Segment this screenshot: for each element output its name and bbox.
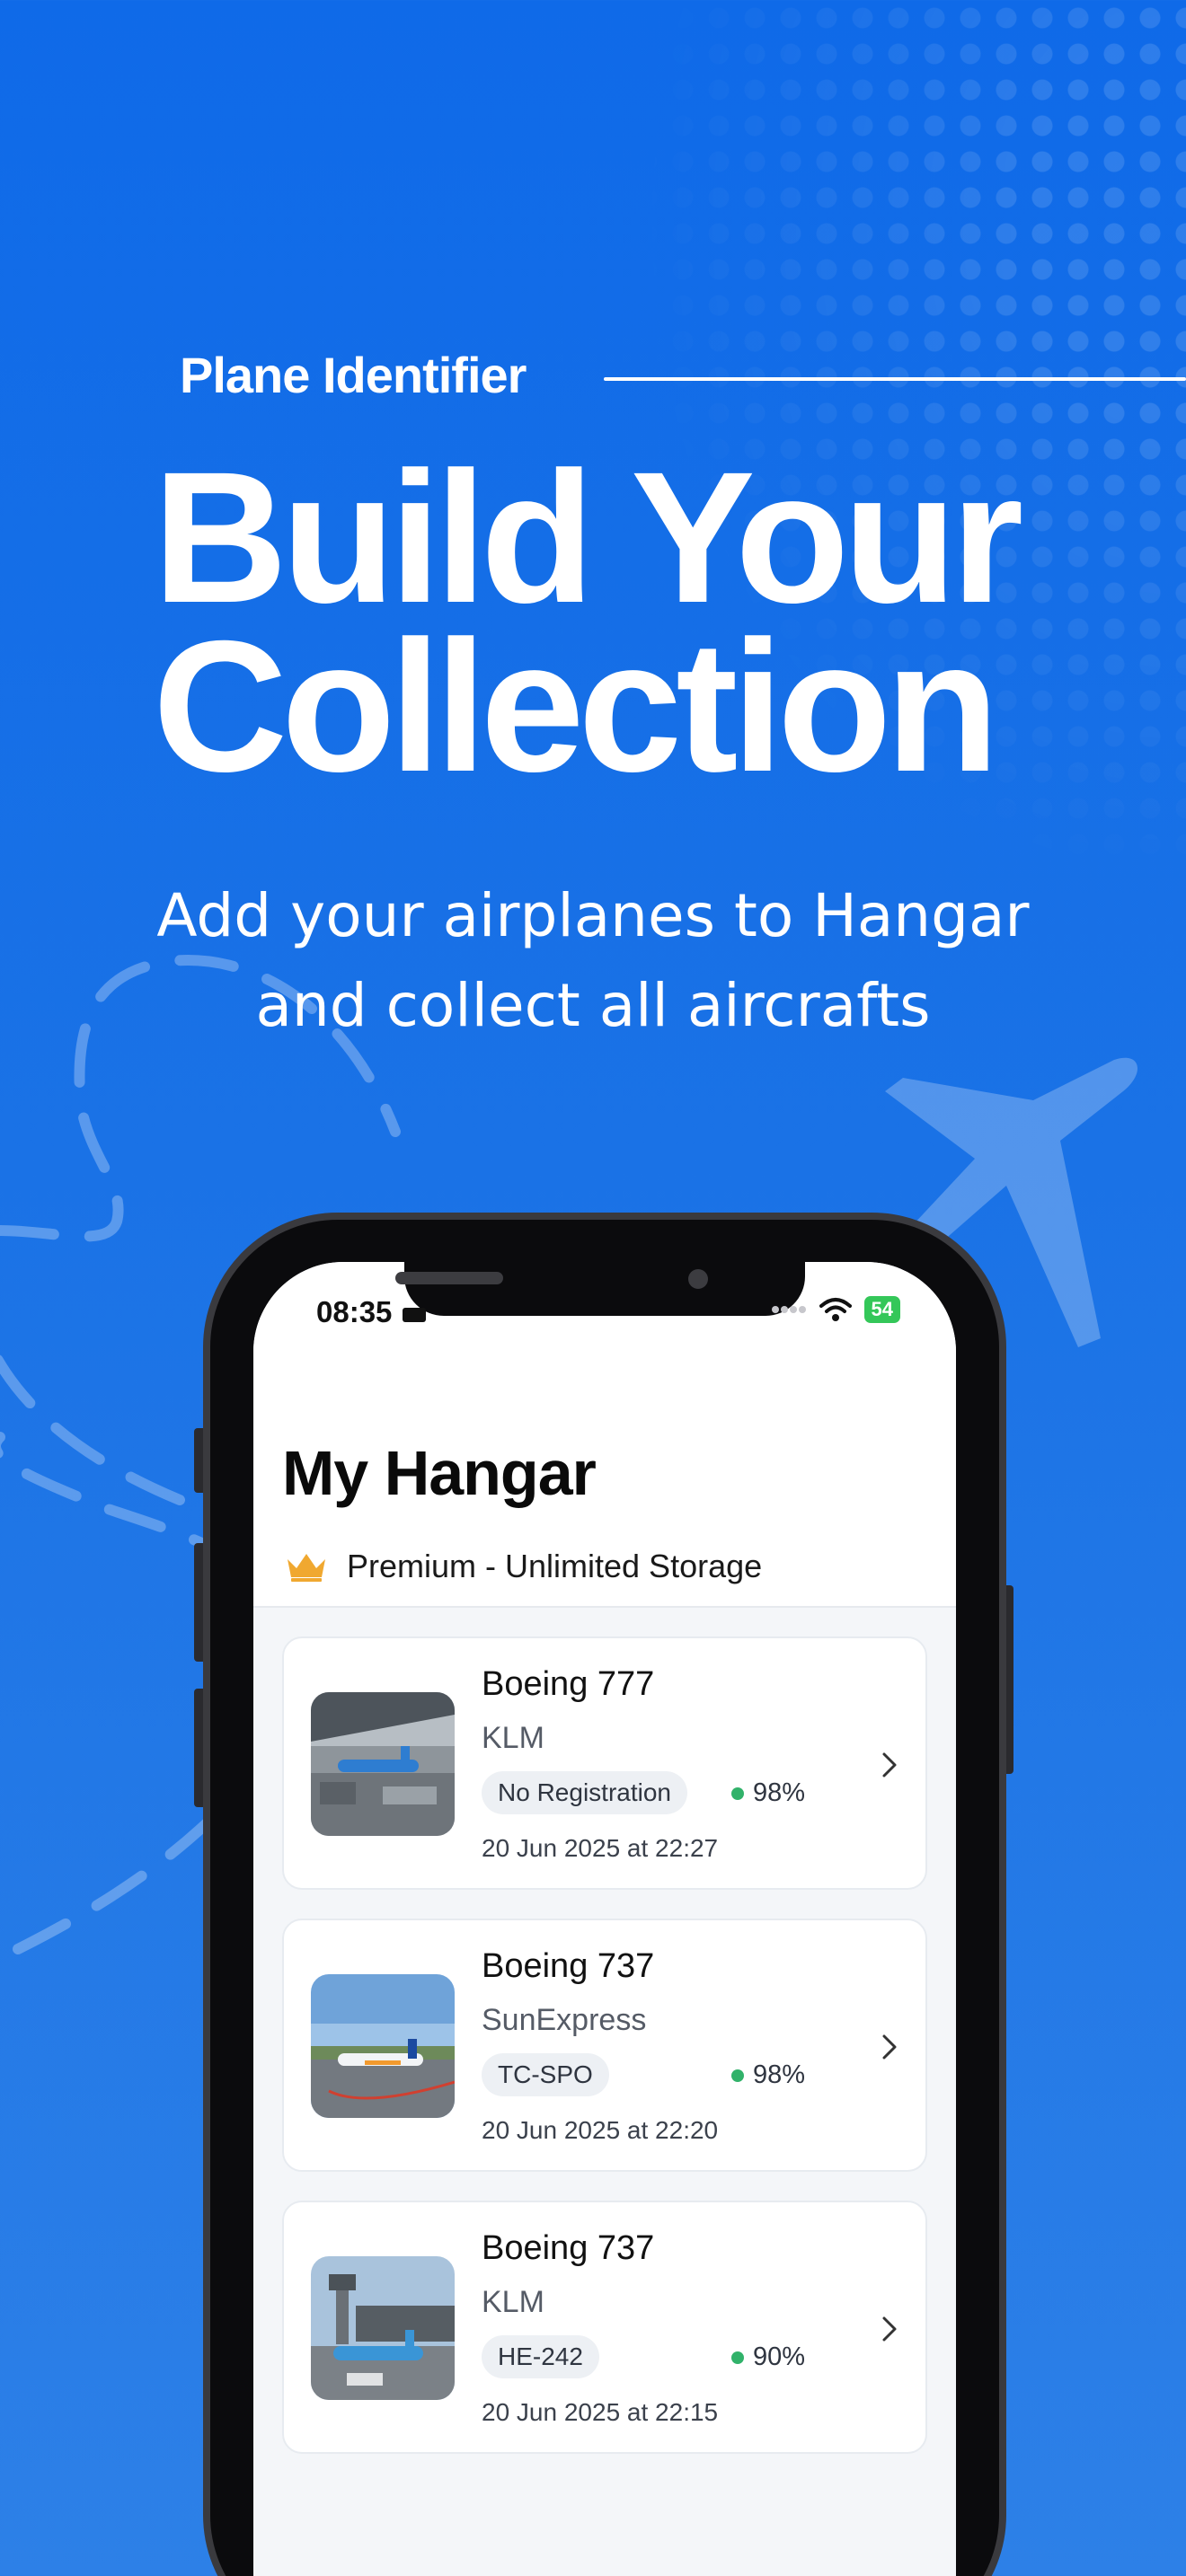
aircraft-airline: KLM <box>482 2285 544 2319</box>
hangar-item-card[interactable]: Boeing 737 SunExpress TC-SPO 98% 20 Jun … <box>282 1919 927 2172</box>
chevron-right-icon <box>882 2034 897 2060</box>
premium-label: Premium - Unlimited Storage <box>347 1548 763 1584</box>
wifi-icon <box>819 1298 852 1321</box>
confidence-dot-icon <box>731 2069 744 2082</box>
notification-icon <box>402 1308 426 1322</box>
capture-date: 20 Jun 2025 at 22:27 <box>482 1834 719 1862</box>
confidence-indicator: 98% <box>731 2060 805 2090</box>
phone-notch <box>404 1262 805 1316</box>
signal-dots-icon <box>771 1306 806 1313</box>
aircraft-photo <box>311 1692 455 1836</box>
aircraft-photo <box>311 2256 455 2400</box>
crown-icon <box>288 1554 325 1582</box>
battery-indicator: 54 <box>863 1296 900 1323</box>
phone-speaker <box>395 1272 503 1284</box>
subtitle-line-2: and collect all aircrafts <box>255 971 931 1040</box>
registration-badge: No Registration <box>482 1771 687 1814</box>
aircraft-model: Boeing 777 <box>482 1665 655 1703</box>
headline-line-2: Collection <box>153 603 999 811</box>
capture-date: 20 Jun 2025 at 22:15 <box>482 2398 719 2426</box>
confidence-indicator: 90% <box>731 2342 805 2372</box>
brand-header: Plane Identifier <box>180 346 1186 403</box>
phone-screen: 08:35 54 My Hangar Premium - Unlimited S… <box>253 1262 956 2576</box>
confidence-indicator: 98% <box>731 1778 805 1808</box>
brand-name: Plane Identifier <box>180 347 527 403</box>
aircraft-airline: SunExpress <box>482 2003 647 2037</box>
confidence-dot-icon <box>731 1786 744 1800</box>
confidence-dot-icon <box>731 2351 744 2364</box>
confidence-value: 90% <box>753 2342 806 2371</box>
phone-camera <box>688 1269 708 1289</box>
registration-badge: TC-SPO <box>482 2053 609 2096</box>
capture-date: 20 Jun 2025 at 22:20 <box>482 2116 719 2144</box>
confidence-value: 98% <box>753 1778 806 1807</box>
chevron-right-icon <box>882 1752 897 1778</box>
brand-divider-line <box>604 377 1186 381</box>
headline-line-1: Build Your <box>153 434 1023 642</box>
aircraft-photo <box>311 1974 455 2118</box>
premium-banner[interactable]: Premium - Unlimited Storage <box>284 1548 762 1585</box>
headline: Build Your Collection <box>153 434 1051 811</box>
page-title: My Hangar <box>282 1438 597 1508</box>
status-time: 08:35 <box>316 1295 428 1329</box>
confidence-value: 98% <box>753 2060 806 2089</box>
aircraft-model: Boeing 737 <box>482 2229 655 2267</box>
subtitle: Add your airplanes to Hangar and collect… <box>0 871 1186 1051</box>
aircraft-model: Boeing 737 <box>482 1947 655 1985</box>
subtitle-line-1: Add your airplanes to Hangar <box>156 881 1030 950</box>
status-time-text: 08:35 <box>316 1295 393 1328</box>
hangar-item-card[interactable]: Boeing 777 KLM No Registration 98% 20 Ju… <box>282 1636 927 1890</box>
aircraft-airline: KLM <box>482 1721 544 1755</box>
registration-badge: HE-242 <box>482 2335 599 2378</box>
status-indicators: 54 <box>771 1296 900 1323</box>
hangar-item-card[interactable]: Boeing 737 KLM HE-242 90% 20 Jun 2025 at… <box>282 2201 927 2454</box>
chevron-right-icon <box>882 2316 897 2342</box>
